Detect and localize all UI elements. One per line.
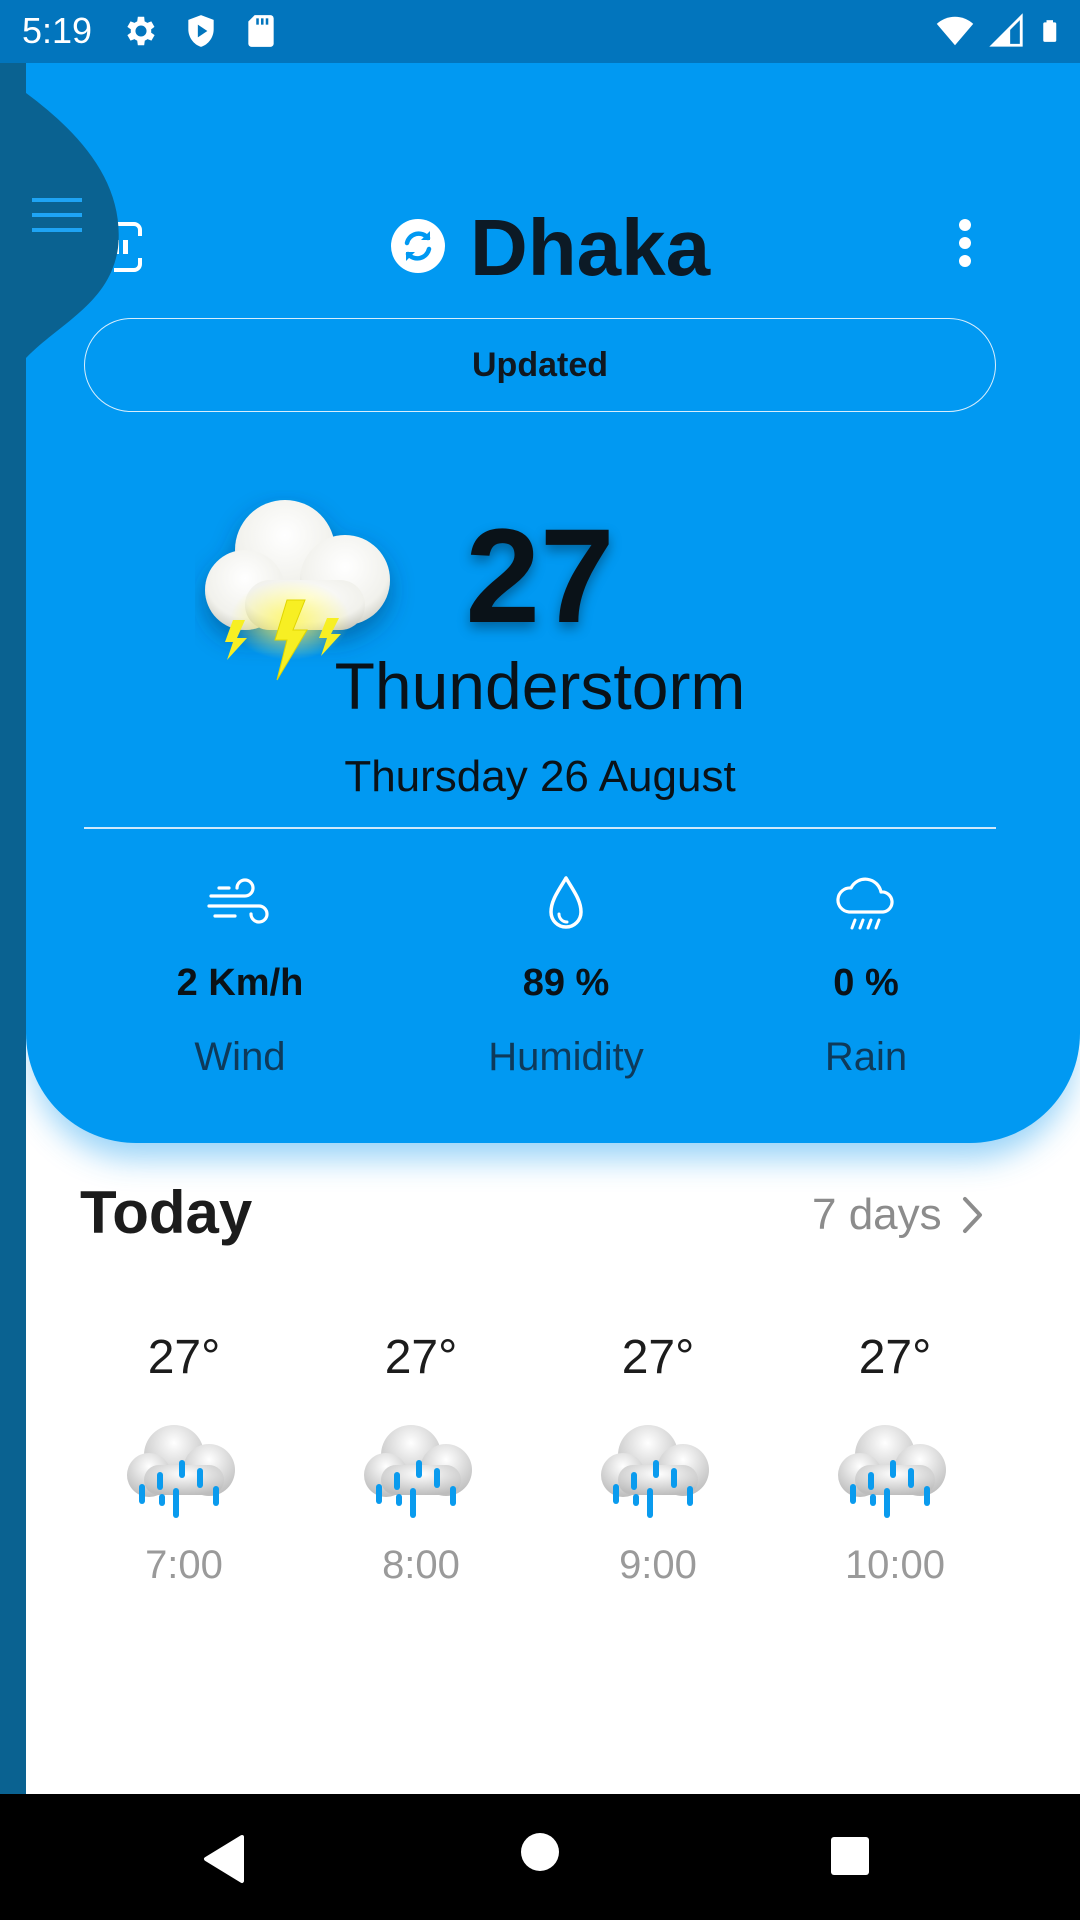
current-temperature: 27	[465, 502, 615, 651]
signal-icon	[989, 13, 1023, 47]
status-time: 5:19	[22, 10, 93, 51]
more-options-icon[interactable]	[955, 218, 975, 268]
hourly-temp: 27°	[384, 1331, 458, 1384]
hourly-time: 8:00	[382, 1543, 460, 1587]
sd-card-icon	[248, 15, 274, 47]
rain-value: 0 %	[833, 962, 899, 1004]
wifi-icon	[936, 16, 974, 46]
weather-stats: 2 Km/h Wind 89 % Humidity 0 % Rain	[0, 870, 1080, 1090]
stat-wind: 2 Km/h Wind	[90, 870, 390, 1080]
humidity-value: 89 %	[522, 962, 610, 1004]
home-icon[interactable]	[520, 1832, 560, 1872]
stat-rain: 0 % Rain	[716, 870, 1016, 1080]
status-icons-right	[936, 12, 1066, 50]
update-status-label: Updated	[472, 345, 608, 384]
rain-label: Rain	[824, 1035, 908, 1079]
wind-label: Wind	[194, 1035, 286, 1079]
system-nav-bar	[0, 1794, 1080, 1920]
hourly-time: 7:00	[145, 1543, 223, 1587]
weather-condition: Thunderstorm	[334, 649, 746, 723]
hourly-time: 10:00	[844, 1543, 946, 1587]
hourly-item[interactable]: 27° 7:00	[84, 1330, 284, 1588]
status-bar: 5:19	[0, 0, 1080, 63]
update-status-pill[interactable]: Updated	[84, 318, 996, 412]
hourly-temp: 27°	[621, 1331, 695, 1384]
rain-cloud-icon	[601, 1425, 709, 1518]
header: Dhaka	[0, 198, 1080, 294]
rain-cloud-icon	[836, 877, 894, 930]
hourly-temp: 27°	[147, 1331, 221, 1384]
humidity-label: Humidity	[488, 1035, 644, 1079]
stat-humidity: 89 % Humidity	[416, 870, 716, 1080]
refresh-icon[interactable]	[390, 218, 446, 274]
today-heading: Today	[80, 1179, 253, 1246]
back-icon[interactable]	[202, 1834, 246, 1884]
shield-icon	[188, 15, 214, 47]
droplet-icon	[549, 876, 583, 929]
hourly-temp: 27°	[858, 1331, 932, 1384]
rain-cloud-icon	[364, 1425, 472, 1518]
hourly-forecast: 27° 7:00 27° 8:00 27° 9:00 27° 10:00	[0, 1330, 1080, 1610]
menu-icon[interactable]	[32, 196, 84, 236]
seven-days-link[interactable]: 7 days	[812, 1190, 986, 1240]
rain-cloud-icon	[127, 1425, 235, 1518]
current-date: Thursday 26 August	[344, 752, 736, 801]
divider	[84, 827, 996, 829]
hourly-item[interactable]: 27° 10:00	[795, 1330, 995, 1588]
seven-days-label: 7 days	[812, 1190, 942, 1239]
gear-icon	[127, 16, 155, 46]
wind-icon	[207, 878, 269, 924]
city-name[interactable]: Dhaka	[470, 202, 710, 294]
chevron-right-icon	[962, 1197, 982, 1233]
weather-screen: 5:19 Dhaka Updated 27 Thunderstorm Thurs…	[0, 0, 1080, 1920]
hourly-item[interactable]: 27° 8:00	[321, 1330, 521, 1588]
recent-apps-icon[interactable]	[830, 1836, 870, 1876]
hourly-time: 9:00	[619, 1543, 697, 1587]
status-icons-left	[122, 12, 280, 50]
battery-icon	[1043, 20, 1057, 42]
hourly-item[interactable]: 27° 9:00	[558, 1330, 758, 1588]
rain-cloud-icon	[838, 1425, 946, 1518]
wind-value: 2 Km/h	[176, 962, 304, 1004]
